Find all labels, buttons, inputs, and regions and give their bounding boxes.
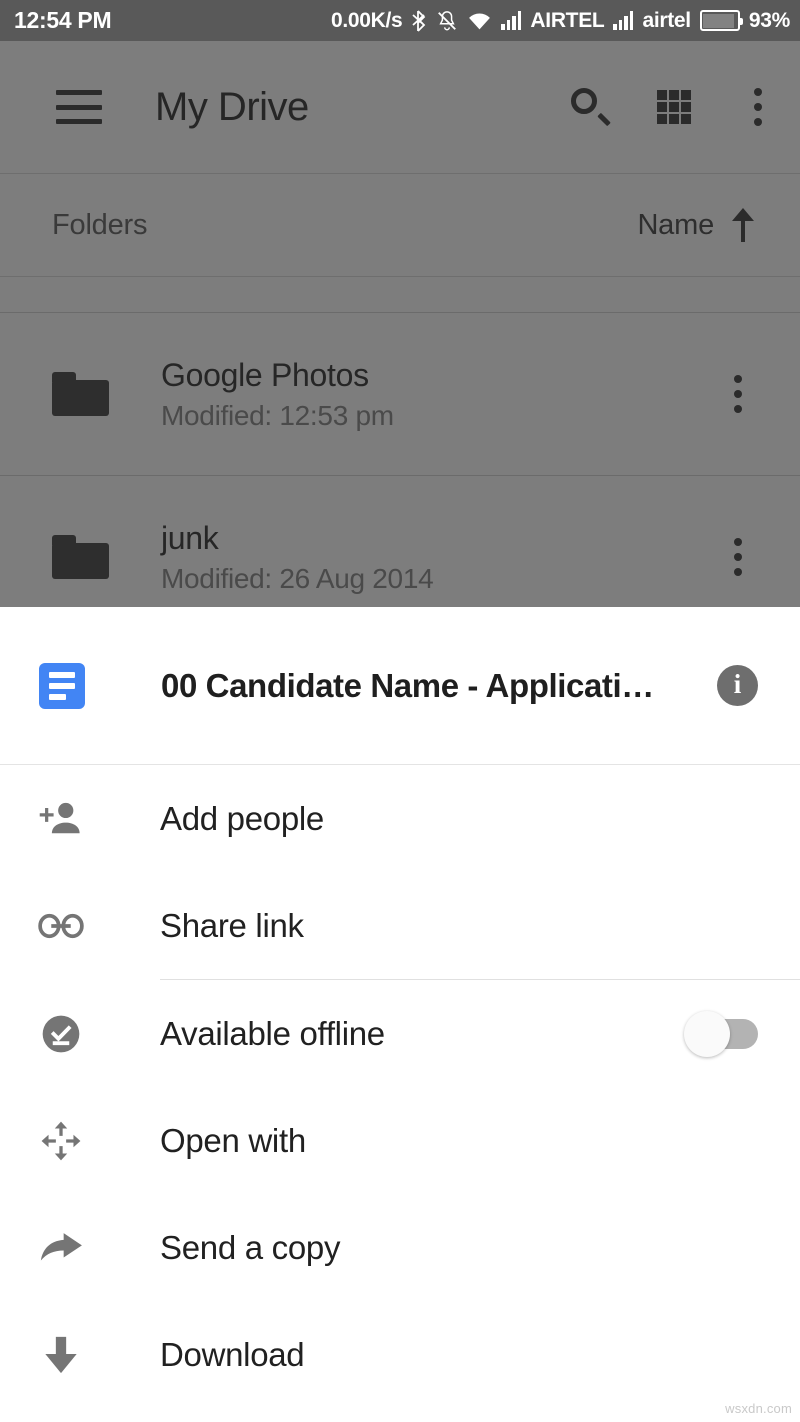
menu-item-label: Share link	[160, 906, 304, 944]
person-add-icon	[30, 800, 92, 838]
status-bar: 12:54 PM 0.00K/s AIRTEL airtel 93%	[0, 0, 800, 41]
folder-icon	[52, 535, 109, 579]
google-docs-icon	[39, 662, 85, 709]
menu-item-label: Send a copy	[160, 1228, 341, 1266]
signal-bars-icon-sim2	[613, 11, 634, 30]
menu-item-label: Available offline	[160, 1014, 385, 1052]
available-offline-toggle[interactable]	[684, 1010, 758, 1057]
offline-pin-icon	[30, 1012, 92, 1056]
toggle-knob	[684, 1010, 730, 1057]
file-name: 00 Candidate Name - Applicati…	[161, 666, 654, 704]
open-with-icon	[30, 1119, 92, 1163]
dimmed-app-background: My Drive Folders Name Google Photos Modi…	[0, 41, 800, 607]
notifications-off-icon	[438, 10, 457, 30]
status-icons: 0.00K/s AIRTEL airtel 93%	[331, 9, 790, 33]
list-top-strip	[0, 277, 800, 313]
table-row[interactable]: junk Modified: 26 Aug 2014	[0, 476, 800, 607]
file-actions-bottom-sheet: 00 Candidate Name - Applicati… i Add peo…	[0, 607, 800, 1422]
menu-item-available-offline[interactable]: Available offline	[0, 980, 800, 1087]
folder-modified: Modified: 12:53 pm	[161, 399, 394, 431]
menu-item-label: Download	[160, 1335, 305, 1373]
carrier-sim1: AIRTEL	[530, 8, 605, 32]
folder-text: junk Modified: 26 Aug 2014	[161, 519, 434, 595]
sort-control[interactable]: Name	[637, 208, 754, 242]
watermark: wsxdn.com	[725, 1401, 792, 1416]
battery-icon	[699, 10, 743, 31]
folder-icon	[52, 372, 109, 416]
arrow-up-icon	[732, 208, 754, 242]
hamburger-menu-icon[interactable]	[56, 90, 102, 124]
link-icon	[30, 913, 92, 939]
folder-modified: Modified: 26 Aug 2014	[161, 562, 434, 594]
grid-view-button[interactable]	[632, 65, 716, 149]
bluetooth-icon	[412, 9, 426, 32]
toolbar-actions	[548, 65, 800, 149]
send-copy-icon	[30, 1229, 92, 1267]
more-vert-icon	[754, 88, 762, 126]
menu-item-label: Add people	[160, 799, 324, 837]
menu-item-label: Open with	[160, 1121, 306, 1159]
signal-bars-icon-sim1	[501, 11, 522, 30]
sheet-header: 00 Candidate Name - Applicati… i	[0, 607, 800, 765]
toolbar-overflow-button[interactable]	[716, 65, 800, 149]
more-vert-icon[interactable]	[734, 538, 742, 576]
battery-level: 93%	[748, 8, 790, 32]
download-icon	[30, 1334, 92, 1376]
section-label-folders: Folders	[52, 208, 148, 241]
page-title: My Drive	[155, 84, 309, 129]
sort-bar: Folders Name	[0, 174, 800, 277]
menu-item-open-with[interactable]: Open with	[0, 1087, 800, 1194]
menu-item-send-a-copy[interactable]: Send a copy	[0, 1194, 800, 1301]
app-toolbar: My Drive	[0, 41, 800, 174]
table-row[interactable]: Google Photos Modified: 12:53 pm	[0, 313, 800, 476]
folder-name: junk	[161, 519, 219, 556]
phone-screen: 12:54 PM 0.00K/s AIRTEL airtel 93% My Dr…	[0, 0, 800, 1422]
network-speed: 0.00K/s	[330, 8, 403, 32]
menu-item-share-link[interactable]: Share link	[0, 872, 800, 979]
carrier-sim2: airtel	[642, 8, 691, 32]
search-icon	[571, 88, 611, 127]
grid-view-icon	[657, 90, 691, 124]
more-vert-icon[interactable]	[734, 375, 742, 413]
search-button[interactable]	[548, 65, 632, 149]
sort-by-label: Name	[637, 208, 714, 241]
folder-text: Google Photos Modified: 12:53 pm	[161, 357, 394, 432]
folder-name: Google Photos	[161, 356, 369, 393]
wifi-icon	[469, 12, 491, 29]
menu-item-download[interactable]: Download	[0, 1301, 800, 1408]
status-clock: 12:54 PM	[14, 7, 112, 33]
info-icon[interactable]: i	[717, 665, 758, 706]
menu-item-add-people[interactable]: Add people	[0, 765, 800, 872]
